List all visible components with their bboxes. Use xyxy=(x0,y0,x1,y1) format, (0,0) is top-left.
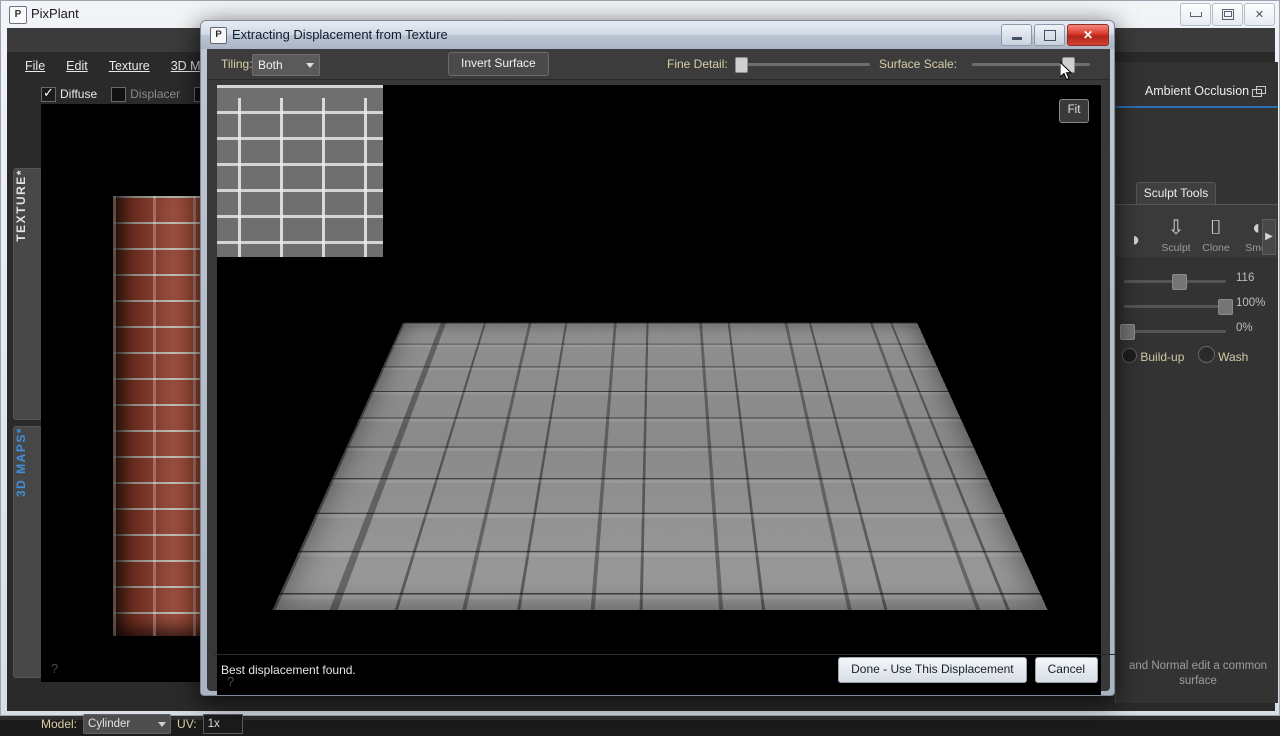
texture-bottom-bar: Model: Cylinder UV: 1x xyxy=(41,712,243,736)
tool-brush[interactable]: ◗ xyxy=(1116,226,1156,257)
slider-flow[interactable]: 0% xyxy=(1120,322,1270,340)
tab-sculpt-tools[interactable]: Sculpt Tools xyxy=(1136,182,1216,205)
dialog-status-text: Best displacement found. xyxy=(221,663,356,677)
diffuse-checkbox[interactable] xyxy=(41,85,56,102)
tool-clone[interactable]: ⌷ Clone xyxy=(1196,214,1236,257)
dialog-close-button[interactable]: ✕ xyxy=(1067,24,1109,46)
surface-scale-label: Surface Scale: xyxy=(879,57,958,71)
source-texture-thumbnail[interactable] xyxy=(217,85,383,257)
dialog-titlebar[interactable]: P Extracting Displacement from Texture ✕ xyxy=(201,21,1114,49)
uv-label: UV: xyxy=(177,717,197,731)
restore-icon[interactable] xyxy=(1252,86,1266,97)
minimize-icon xyxy=(1011,37,1022,40)
cancel-button[interactable]: Cancel xyxy=(1034,657,1098,683)
dialog-action-buttons: Done - Use This Displacement Cancel xyxy=(838,657,1098,683)
minimize-button[interactable] xyxy=(1180,3,1211,26)
radio-build-up[interactable] xyxy=(1122,348,1137,363)
close-icon: ✕ xyxy=(1254,9,1265,21)
fine-detail-slider[interactable] xyxy=(735,57,870,73)
close-button[interactable]: ✕ xyxy=(1244,3,1275,26)
slider-opacity-value: 100% xyxy=(1236,297,1266,309)
maximize-icon xyxy=(1221,9,1234,20)
menu-edit[interactable]: Edit xyxy=(58,58,96,78)
slider-size-knob[interactable] xyxy=(1172,274,1187,290)
fine-detail-label: Fine Detail: xyxy=(667,57,728,71)
fine-detail-knob[interactable] xyxy=(735,57,748,73)
paint-mode-row: Build-up Wash xyxy=(1122,346,1272,364)
dialog-toolbar: Tiling: Both Invert Surface Fine Detail:… xyxy=(207,49,1110,80)
dialog-title: Extracting Displacement from Texture xyxy=(232,27,448,42)
tool-next-arrow-icon[interactable]: ▶ xyxy=(1262,219,1276,255)
dialog-divider xyxy=(213,654,1116,655)
viewport-help-icon[interactable]: ? xyxy=(51,661,58,676)
clone-stamp-icon: ⌷ xyxy=(1210,217,1222,239)
menu-texture-label: Texture xyxy=(108,59,150,73)
tiling-label: Tiling: xyxy=(221,57,253,71)
displacer-checkbox[interactable] xyxy=(111,86,127,102)
model-label: Model: xyxy=(41,717,78,731)
displacer-label: Displacer xyxy=(130,87,181,101)
preview-help-icon[interactable]: ? xyxy=(227,674,234,689)
done-use-displacement-button[interactable]: Done - Use This Displacement xyxy=(838,657,1027,683)
app-logo-icon: P xyxy=(9,6,27,24)
tiling-select-value: Both xyxy=(258,58,283,72)
radio-wash[interactable] xyxy=(1197,346,1215,363)
chevron-down-icon xyxy=(306,62,314,68)
slider-opacity[interactable]: 100% xyxy=(1124,297,1270,315)
sculpt-tool-strip: ◗ ⇩ Sculpt ⌷ Clone ◖ Smo ▶ xyxy=(1116,204,1278,257)
panel-footer-note: and Normal edit a common surface xyxy=(1128,660,1268,687)
vertical-tab-texture-label: TEXTURE* xyxy=(14,169,28,242)
slider-flow-knob[interactable] xyxy=(1120,324,1135,340)
vertical-tab-3dmaps[interactable]: 3D MAPS* xyxy=(13,426,43,678)
slider-size[interactable]: 116 xyxy=(1124,272,1270,290)
displacement-preview[interactable]: Fit ? xyxy=(217,85,1101,695)
surface-scale-knob[interactable] xyxy=(1062,57,1075,73)
tool-sculpt-label: Sculpt xyxy=(1161,242,1191,254)
dialog-window-controls: ✕ xyxy=(999,24,1109,46)
maximize-icon xyxy=(1043,29,1056,41)
dialog-maximize-button[interactable] xyxy=(1034,24,1065,46)
tool-clone-label: Clone xyxy=(1202,242,1230,254)
panel-accent-bar xyxy=(1116,106,1278,108)
displacement-dialog: P Extracting Displacement from Texture ✕… xyxy=(200,20,1116,696)
brush-icon: ◗ xyxy=(1129,229,1143,251)
vertical-tab-texture[interactable]: TEXTURE* xyxy=(13,168,43,420)
slider-opacity-track xyxy=(1124,305,1226,308)
slider-opacity-knob[interactable] xyxy=(1218,299,1233,315)
maximize-button[interactable] xyxy=(1212,3,1243,26)
menu-texture[interactable]: Texture xyxy=(101,58,158,78)
slider-flow-track xyxy=(1124,330,1226,333)
app-title: PixPlant xyxy=(31,6,79,21)
uv-value[interactable]: 1x xyxy=(202,714,243,734)
texture-3d-viewport[interactable]: ? xyxy=(41,104,225,682)
fit-button[interactable]: Fit xyxy=(1059,99,1089,123)
tiling-select[interactable]: Both xyxy=(252,54,320,76)
wash-label: Wash xyxy=(1218,350,1249,364)
fine-detail-track xyxy=(735,63,870,66)
displacement-3d-surface[interactable] xyxy=(272,322,1048,610)
menubar: File Edit Texture 3D Maps xyxy=(17,58,229,78)
right-panel: Ambient Occlusion Sculpt Tools ◗ ⇩ Sculp… xyxy=(1115,62,1278,703)
dialog-app-icon: P xyxy=(210,27,227,44)
slider-flow-value: 0% xyxy=(1236,322,1253,334)
surface-scale-slider[interactable] xyxy=(972,57,1090,73)
chevron-down-icon xyxy=(158,721,167,727)
tool-sculpt[interactable]: ⇩ Sculpt xyxy=(1156,214,1196,257)
model-select[interactable]: Cylinder xyxy=(83,714,172,734)
dialog-minimize-button[interactable] xyxy=(1001,24,1032,46)
invert-surface-button[interactable]: Invert Surface xyxy=(448,52,549,76)
vertical-tab-3dmaps-label: 3D MAPS* xyxy=(14,427,28,498)
application-root: P PixPlant ✕ File Edit Texture 3D Maps T… xyxy=(0,0,1280,734)
vertical-tabs: TEXTURE* 3D MAPS* xyxy=(13,68,43,705)
main-window-controls: ✕ xyxy=(1179,3,1275,26)
minimize-icon xyxy=(1189,12,1202,17)
build-up-label: Build-up xyxy=(1140,350,1185,364)
menu-edit-label: Edit xyxy=(66,59,88,73)
sculpt-icon: ⇩ xyxy=(1167,217,1185,239)
slider-size-value: 116 xyxy=(1236,272,1255,284)
diffuse-label: Diffuse xyxy=(60,87,98,101)
dialog-body: Tiling: Both Invert Surface Fine Detail:… xyxy=(207,49,1116,695)
close-icon: ✕ xyxy=(1082,28,1094,42)
